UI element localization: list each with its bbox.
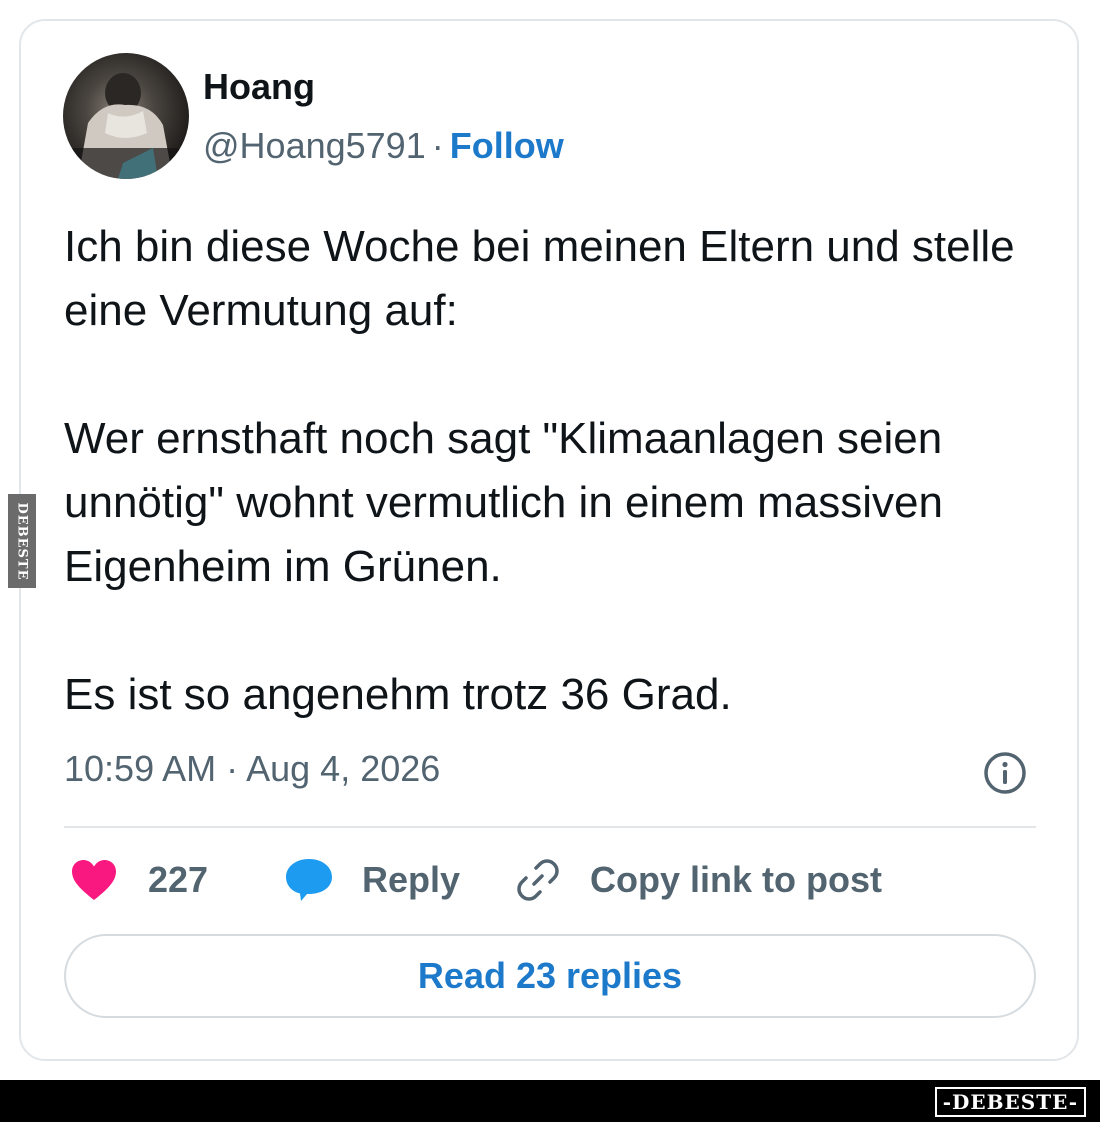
author-handle[interactable]: @Hoang5791 [203, 125, 426, 166]
link-icon [517, 859, 559, 901]
post-paragraph: Es ist so angenehm trotz 36 Grad. [64, 670, 732, 719]
side-watermark: DEBESTE [8, 494, 36, 588]
post-timestamp[interactable]: 10:59 AM · Aug 4, 2026 [64, 748, 440, 790]
like-button[interactable]: 227 [70, 852, 208, 908]
copy-link-button[interactable]: Copy link to post [514, 852, 882, 908]
divider [64, 826, 1036, 828]
reply-label: Reply [362, 859, 461, 900]
post-paragraph: Wer ernsthaft noch sagt "Klimaanlagen se… [64, 414, 943, 591]
author-name[interactable]: Hoang [203, 66, 315, 108]
watermark-logo: -DEBESTE- [934, 1087, 1086, 1117]
bottom-bar: -DEBESTE- [0, 1080, 1100, 1122]
like-count: 227 [148, 859, 209, 900]
post-paragraph: Ich bin diese Woche bei meinen Eltern un… [64, 222, 1015, 335]
reply-bubble-icon [286, 859, 332, 901]
read-replies-button[interactable]: Read 23 replies [64, 934, 1036, 1018]
post-text: Ich bin diese Woche bei meinen Eltern un… [64, 215, 1054, 727]
avatar-image [63, 73, 189, 179]
reply-button[interactable]: Reply [284, 852, 460, 908]
side-watermark-text: DEBESTE [14, 501, 30, 581]
author-handle-row: @Hoang5791 · Follow [203, 125, 564, 167]
handle-separator: · [431, 125, 444, 166]
heart-icon [72, 860, 116, 900]
copy-link-label: Copy link to post [590, 859, 882, 900]
follow-button[interactable]: Follow [450, 125, 564, 166]
info-icon[interactable] [982, 750, 1028, 796]
avatar[interactable] [63, 53, 189, 179]
